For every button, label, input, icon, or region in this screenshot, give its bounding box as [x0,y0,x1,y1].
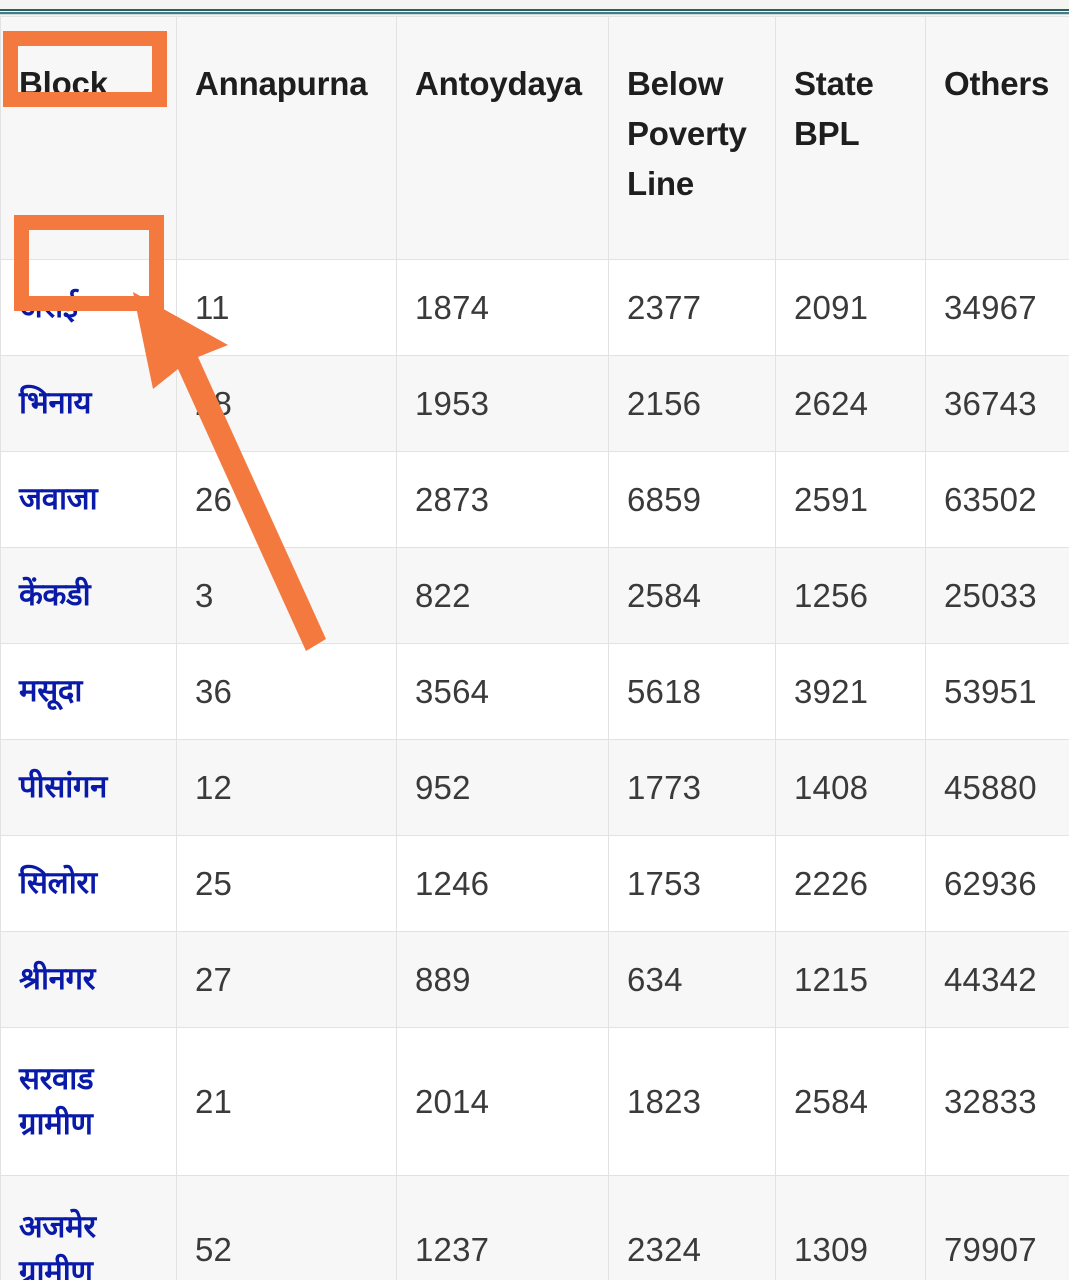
table-row[interactable]: मसूदा 36 3564 5618 3921 53951 [0,643,1069,740]
cell-state_bpl: 1309 [775,1175,926,1280]
column-header-block[interactable]: Block [0,16,177,260]
cell-bpl: 2156 [608,355,776,452]
cell-annapurna: 21 [176,1027,397,1176]
cell-state_bpl: 2091 [775,259,926,356]
cell-others: 25033 [925,547,1069,644]
column-header-annapurna[interactable]: Annapurna [176,16,397,260]
block-statistics-table: Block Annapurna Antoydaya Below Poverty … [0,16,1069,1280]
cell-block-name: श्रीनगर [0,931,177,1028]
cell-annapurna: 36 [176,643,397,740]
cell-others: 32833 [925,1027,1069,1176]
cell-block-name: सिलोरा [0,835,177,932]
cell-antoydaya: 952 [396,739,609,836]
cell-bpl: 634 [608,931,776,1028]
cell-state_bpl: 2584 [775,1027,926,1176]
cell-bpl: 2324 [608,1175,776,1280]
column-header-below-poverty-line[interactable]: Below Poverty Line [608,16,776,260]
cell-bpl: 1823 [608,1027,776,1176]
cell-antoydaya: 1237 [396,1175,609,1280]
cell-others: 45880 [925,739,1069,836]
top-divider-line-hairline [0,14,1069,15]
cell-block-name: केंकडी [0,547,177,644]
table-row[interactable]: जवाजा 26 2873 6859 2591 63502 [0,451,1069,548]
cell-others: 36743 [925,355,1069,452]
cell-block-name: जवाजा [0,451,177,548]
table-row[interactable]: केंकडी 3 822 2584 1256 25033 [0,547,1069,644]
table-header: Block Annapurna Antoydaya Below Poverty … [0,16,1069,260]
column-header-state-bpl[interactable]: State BPL [775,16,926,260]
cell-block-name: सरवाड ग्रामीण [0,1027,177,1176]
data-table-container[interactable]: Block Annapurna Antoydaya Below Poverty … [0,16,1069,1280]
table-row[interactable]: अराई 11 1874 2377 2091 34967 [0,259,1069,356]
cell-block-name: अराई [0,259,177,356]
cell-antoydaya: 2873 [396,451,609,548]
cell-state_bpl: 3921 [775,643,926,740]
cell-annapurna: 12 [176,739,397,836]
cell-bpl: 5618 [608,643,776,740]
table-row[interactable]: सिलोरा 25 1246 1753 2226 62936 [0,835,1069,932]
cell-bpl: 6859 [608,451,776,548]
column-header-antoydaya[interactable]: Antoydaya [396,16,609,260]
cell-block-name: अजमेर ग्रामीण [0,1175,177,1280]
cell-state_bpl: 1408 [775,739,926,836]
cell-block-name: भिनाय [0,355,177,452]
cell-annapurna: 26 [176,451,397,548]
cell-block-name: पीसांगन [0,739,177,836]
cell-state_bpl: 2624 [775,355,926,452]
cell-annapurna: 52 [176,1175,397,1280]
cell-state_bpl: 2591 [775,451,926,548]
cell-annapurna: 28 [176,355,397,452]
cell-block-name: मसूदा [0,643,177,740]
cell-antoydaya: 822 [396,547,609,644]
top-divider-band [0,0,1069,16]
table-row[interactable]: सरवाड ग्रामीण 21 2014 1823 2584 32833 [0,1027,1069,1176]
table-row[interactable]: अजमेर ग्रामीण 52 1237 2324 1309 79907 [0,1175,1069,1280]
cell-bpl: 2377 [608,259,776,356]
cell-annapurna: 3 [176,547,397,644]
top-divider-line-primary [0,9,1069,11]
cell-antoydaya: 889 [396,931,609,1028]
cell-antoydaya: 1246 [396,835,609,932]
cell-bpl: 1773 [608,739,776,836]
cell-annapurna: 11 [176,259,397,356]
cell-others: 62936 [925,835,1069,932]
table-row[interactable]: पीसांगन 12 952 1773 1408 45880 [0,739,1069,836]
cell-others: 44342 [925,931,1069,1028]
cell-others: 63502 [925,451,1069,548]
cell-annapurna: 25 [176,835,397,932]
cell-antoydaya: 2014 [396,1027,609,1176]
cell-antoydaya: 1953 [396,355,609,452]
table-header-row: Block Annapurna Antoydaya Below Poverty … [0,16,1069,260]
column-header-others[interactable]: Others [925,16,1069,260]
cell-others: 79907 [925,1175,1069,1280]
cell-others: 53951 [925,643,1069,740]
cell-antoydaya: 3564 [396,643,609,740]
cell-bpl: 2584 [608,547,776,644]
cell-bpl: 1753 [608,835,776,932]
cell-antoydaya: 1874 [396,259,609,356]
cell-state_bpl: 1256 [775,547,926,644]
table-body: अराई 11 1874 2377 2091 34967 भिनाय 28 1953 2156 26… [0,259,1069,1280]
cell-state_bpl: 1215 [775,931,926,1028]
cell-state_bpl: 2226 [775,835,926,932]
table-row[interactable]: भिनाय 28 1953 2156 2624 36743 [0,355,1069,452]
cell-annapurna: 27 [176,931,397,1028]
table-row[interactable]: श्रीनगर 27 889 634 1215 44342 [0,931,1069,1028]
cell-others: 34967 [925,259,1069,356]
